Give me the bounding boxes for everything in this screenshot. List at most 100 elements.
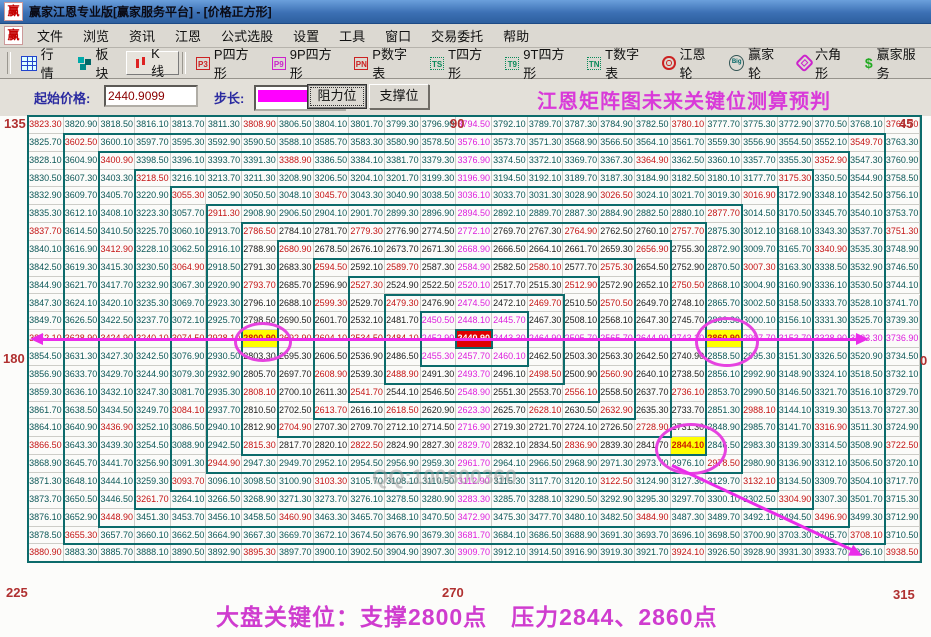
gann-cell: 3388.90 (278, 152, 314, 170)
tool-行情[interactable]: 行情 (14, 51, 72, 75)
gann-cell: 2930.50 (207, 348, 243, 366)
angle-label-0: 0 (920, 353, 927, 368)
gann-cell: 3427.30 (99, 348, 135, 366)
gann-cell: 3746.50 (885, 259, 921, 277)
gann-cell: 3321.70 (813, 384, 849, 402)
support-button[interactable]: 支撑位 (369, 84, 429, 109)
gann-cell: 3482.50 (599, 509, 635, 527)
gann-cell: 3650.50 (64, 491, 100, 509)
gann-cell: 3880.90 (28, 544, 64, 562)
gann-cell: 2510.50 (564, 295, 600, 313)
gann-cell: 2733.70 (671, 402, 707, 420)
gann-cell: 2750.50 (671, 277, 707, 295)
gann-cell: 2810.50 (242, 402, 278, 420)
gann-cell: 3237.70 (135, 312, 171, 330)
tool-板块[interactable]: 板块 (71, 51, 126, 75)
gann-cell: 3784.90 (599, 116, 635, 134)
gann-cell: 3868.90 (28, 455, 64, 473)
gann-cell: 3050.50 (242, 187, 278, 205)
gann-cell: 3136.90 (778, 455, 814, 473)
gann-cell: 3460.90 (278, 509, 314, 527)
gann-cell: 3369.70 (564, 152, 600, 170)
gann-cell: 3892.90 (207, 544, 243, 562)
gann-cell: 3067.30 (171, 277, 207, 295)
gann-cell: 3729.70 (885, 384, 921, 402)
menu-item-资讯[interactable]: 资讯 (119, 24, 165, 47)
gann-cell: 2841.70 (635, 437, 671, 455)
gann-cell: 2968.90 (564, 455, 600, 473)
gann-cell: 2937.70 (207, 402, 243, 420)
tool-9T四方形[interactable]: T99T四方形 (498, 51, 580, 75)
gann-cell: 3904.90 (385, 544, 421, 562)
tool-label: T数字表 (605, 44, 648, 82)
gann-cell: 2762.50 (599, 223, 635, 241)
gann-cell: 3811.30 (207, 116, 243, 134)
tool-P数字表[interactable]: PNP数字表 (347, 51, 423, 75)
gann-cell: 3931.30 (778, 544, 814, 562)
gann-cell: 3907.30 (421, 544, 457, 562)
tool-江恩轮[interactable]: 江恩轮 (655, 51, 722, 75)
gann-cell: 2544.10 (385, 384, 421, 402)
tool-T数字表[interactable]: TNT数字表 (580, 51, 655, 75)
table-icon (21, 56, 37, 71)
gann-cell: 3117.70 (528, 473, 564, 491)
gann-cell: 2863.30 (706, 312, 742, 330)
gann-cell: 3684.10 (492, 527, 528, 545)
gann-cell: 3679.30 (421, 527, 457, 545)
gann-cell: 2748.10 (671, 295, 707, 313)
tool-赢家服务[interactable]: $赢家服务 (858, 51, 931, 75)
tool-六角形[interactable]: 六角形 (791, 51, 858, 75)
gann-cell: 3084.10 (171, 402, 207, 420)
gann-cell: 2901.70 (349, 205, 385, 223)
gann-cell: 2887.30 (564, 205, 600, 223)
gann-cell: 3561.70 (671, 134, 707, 152)
gann-cell: 3520.90 (849, 348, 885, 366)
gann-cell: 2652.10 (635, 277, 671, 295)
gann-cell: 2796.10 (242, 295, 278, 313)
gann-cell: 2906.50 (278, 205, 314, 223)
gann-cell: 3895.30 (242, 544, 278, 562)
gann-cell: 2498.50 (528, 366, 564, 384)
gann-cell: 3552.10 (813, 134, 849, 152)
gann-cell: 2952.10 (314, 455, 350, 473)
gann-cell: 3028.90 (564, 187, 600, 205)
gann-cell: 2570.50 (599, 295, 635, 313)
gann-cell: 3664.90 (207, 527, 243, 545)
gann-cell: 2911.30 (207, 205, 243, 223)
gann-cell: 2884.90 (599, 205, 635, 223)
menu-item-江恩[interactable]: 江恩 (165, 24, 211, 47)
tool-赢家轮[interactable]: Big赢家轮 (722, 51, 791, 75)
resistance-button[interactable]: 阻力位 (307, 84, 367, 109)
gann-cell: 3837.70 (28, 223, 64, 241)
tool-P四方形[interactable]: P3P四方形 (189, 51, 265, 75)
gann-cell: 3722.50 (885, 437, 921, 455)
gann-cell: 3446.50 (99, 491, 135, 509)
gann-cell: 3436.90 (99, 419, 135, 437)
gann-cell: 3134.50 (778, 473, 814, 491)
gann-cell: 3367.30 (599, 152, 635, 170)
gann-cell: 3468.10 (385, 509, 421, 527)
gann-cell: 3818.50 (99, 116, 135, 134)
tool-9P四方形[interactable]: P99P四方形 (265, 51, 348, 75)
gann-cell: 2844.10 (671, 437, 707, 455)
window-title: 赢家江恩专业版[赢家服务平台] - [价格正方形] (29, 3, 272, 20)
gann-cell: 3789.70 (528, 116, 564, 134)
gann-cell: 3808.90 (242, 116, 278, 134)
tool-K线[interactable]: K线 (126, 51, 179, 75)
dollar-icon: $ (865, 57, 873, 70)
gann-cell: 2503.30 (564, 348, 600, 366)
start-price-input[interactable] (104, 85, 198, 107)
gann-cell: 3588.10 (278, 134, 314, 152)
tool-T四方形[interactable]: TST四方形 (423, 51, 498, 75)
gann-cell: 2980.90 (742, 455, 778, 473)
gann-cell: 3194.50 (492, 170, 528, 188)
gann-cell: 3024.10 (635, 187, 671, 205)
gann-cell: 2551.30 (492, 384, 528, 402)
gann-cell: 3753.70 (885, 205, 921, 223)
gann-cell: 3597.70 (135, 134, 171, 152)
gann-cell: 2856.10 (706, 366, 742, 384)
title-bar[interactable]: 赢 赢家江恩专业版[赢家服务平台] - [价格正方形] (0, 0, 931, 24)
gann-cell: 3662.50 (171, 527, 207, 545)
gann-cell: 3698.50 (706, 527, 742, 545)
gann-cell: 2860.90 (706, 330, 742, 348)
